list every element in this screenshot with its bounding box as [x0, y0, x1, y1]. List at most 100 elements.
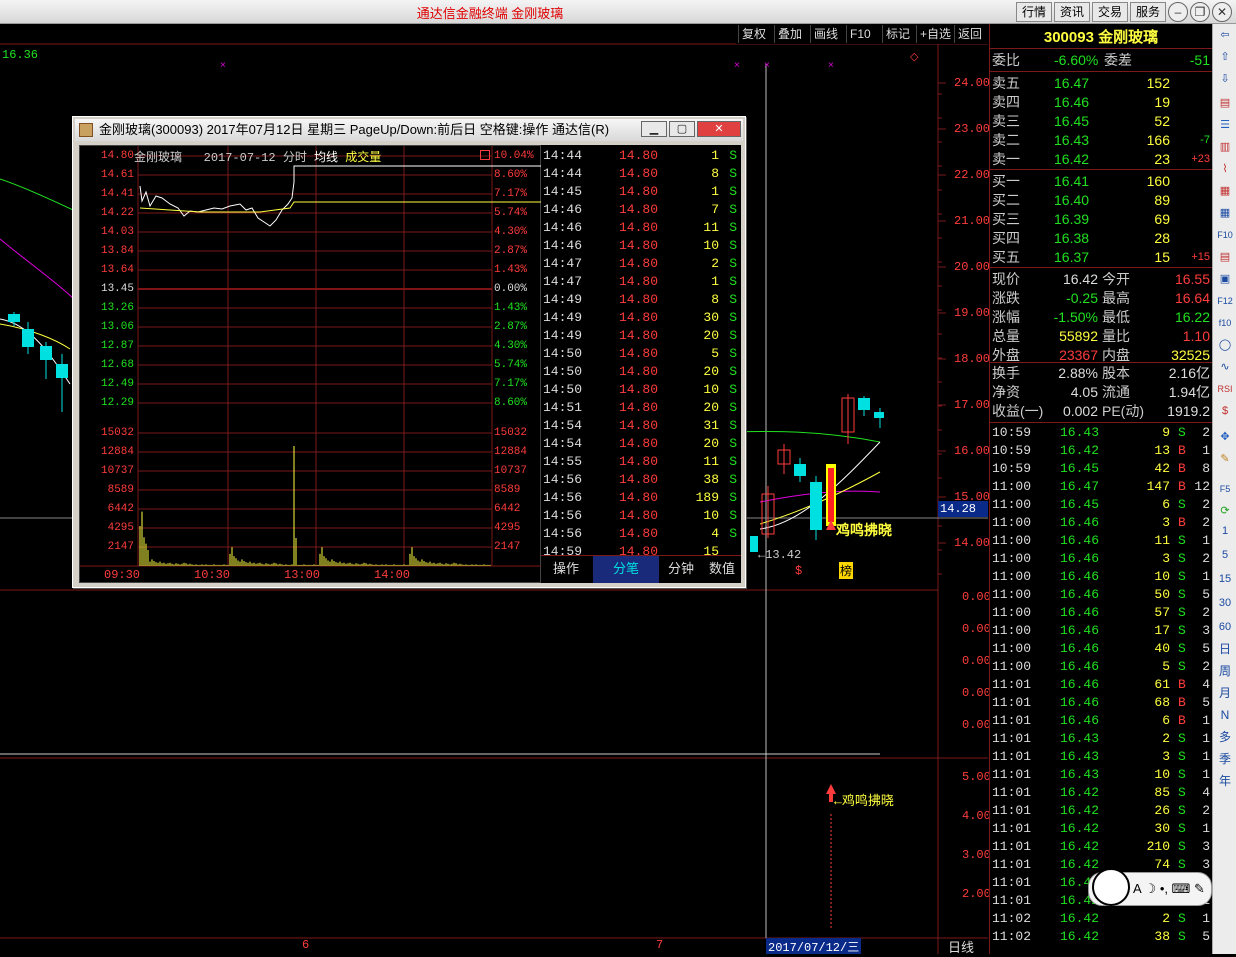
period-button[interactable]: 日	[1215, 640, 1235, 658]
menu-news[interactable]: 资讯	[1054, 2, 1090, 22]
tick-row[interactable]: 11:01 16.46 68 B 5	[990, 694, 1212, 712]
tick-row[interactable]: 11:00 16.47 147 B 12	[990, 478, 1212, 496]
tab-values[interactable]: 数值	[703, 556, 741, 583]
minimize-icon[interactable]: –	[1168, 2, 1188, 22]
btn-mark[interactable]: 标记	[882, 25, 913, 43]
grid-icon[interactable]: ▦	[1215, 204, 1235, 222]
popup-close-icon[interactable]: ✕	[697, 121, 741, 137]
tick-row[interactable]: 11:00 16.46 50 S 5	[990, 586, 1212, 604]
move-icon[interactable]: ✥	[1215, 428, 1235, 446]
trade-row[interactable]: 14:49 14.80 30 S	[541, 309, 741, 327]
btn-draw-line[interactable]: 画线	[810, 25, 841, 43]
circle-icon[interactable]: ◯	[1215, 336, 1235, 354]
arrow-left-icon[interactable]: ⇦	[1215, 26, 1235, 44]
trade-row[interactable]: 14:49 14.80 8 S	[541, 291, 741, 309]
tab-minute[interactable]: 分钟	[661, 556, 701, 583]
trade-row[interactable]: 14:56 14.80 4 S	[541, 525, 741, 543]
tick-row[interactable]: 11:02 16.42 38 S 5	[990, 928, 1212, 946]
popup-maximize-icon[interactable]: ▢	[669, 121, 695, 137]
period-button[interactable]: 月	[1215, 684, 1235, 702]
period-button[interactable]: 多	[1215, 728, 1235, 746]
trade-row[interactable]: 14:55 14.80 11 S	[541, 453, 741, 471]
trade-row[interactable]: 14:50 14.80 10 S	[541, 381, 741, 399]
period-button[interactable]: 年	[1215, 772, 1235, 790]
wave-icon[interactable]: ∿	[1215, 358, 1235, 376]
tick-row[interactable]: 11:01 16.43 10 S 1	[990, 766, 1212, 784]
refresh-icon[interactable]: ⟳	[1215, 502, 1235, 520]
rsi-icon[interactable]: RSI	[1215, 380, 1235, 398]
trade-row[interactable]: 14:50 14.80 20 S	[541, 363, 741, 381]
intraday-popup-window[interactable]: 金刚玻璃(300093) 2017年07月12日 星期三 PageUp/Down…	[72, 116, 746, 588]
tick-row[interactable]: 11:00 16.45 6 S 2	[990, 496, 1212, 514]
popup-title-bar[interactable]: 金刚玻璃(300093) 2017年07月12日 星期三 PageUp/Down…	[75, 119, 743, 141]
tick-row[interactable]: 11:01 16.43 3 S 1	[990, 748, 1212, 766]
trade-row[interactable]: 14:56 14.80 38 S	[541, 471, 741, 489]
f5-icon[interactable]: F5	[1215, 480, 1235, 498]
btn-restore-rights[interactable]: 复权	[738, 25, 769, 43]
period-button[interactable]: 季	[1215, 750, 1235, 768]
trade-row[interactable]: 14:56 14.80 189 S	[541, 489, 741, 507]
period-button[interactable]: N	[1215, 706, 1235, 724]
period-minute-5[interactable]: 5	[1215, 546, 1235, 564]
tick-row[interactable]: 11:01 16.46 61 B 4	[990, 676, 1212, 694]
tick-row[interactable]: 11:00 16.46 3 S 2	[990, 550, 1212, 568]
dollar-icon[interactable]: $	[1215, 402, 1235, 420]
menu-service[interactable]: 服务	[1130, 2, 1166, 22]
f10-alt-icon[interactable]: f10	[1215, 314, 1235, 332]
f12-icon[interactable]: F12	[1215, 292, 1235, 310]
period-minute-1[interactable]: 1	[1215, 522, 1235, 540]
trade-row[interactable]: 14:46 14.80 7 S	[541, 201, 741, 219]
menu-quotes[interactable]: 行情	[1016, 2, 1052, 22]
bar-chart-icon[interactable]: ▥	[1215, 138, 1235, 156]
ime-mascot-icon[interactable]	[1092, 868, 1130, 906]
restore-icon[interactable]: ❐	[1190, 2, 1210, 22]
btn-f10[interactable]: F10	[846, 25, 874, 43]
trade-row[interactable]: 14:51 14.80 20 S	[541, 399, 741, 417]
close-icon[interactable]: ✕	[1212, 2, 1232, 22]
trade-row[interactable]: 14:45 14.80 1 S	[541, 183, 741, 201]
intraday-chart[interactable]: 金刚玻璃 2017-07-12 分时 均线 成交量 14.80 14.61 14.4…	[79, 145, 542, 583]
tick-row[interactable]: 11:00 16.46 10 S 1	[990, 568, 1212, 586]
tick-row[interactable]: 11:01 16.42 30 S 1	[990, 820, 1212, 838]
period-minute-60[interactable]: 60	[1215, 618, 1235, 636]
trade-row[interactable]: 14:44 14.80 1 S	[541, 147, 741, 165]
tick-row[interactable]: 11:00 16.46 40 S 5	[990, 640, 1212, 658]
tab-ticks[interactable]: 分笔	[593, 556, 659, 583]
trade-row[interactable]: 14:47 14.80 1 S	[541, 273, 741, 291]
tick-row[interactable]: 11:02 16.42 2 S 1	[990, 910, 1212, 928]
period-minute-15[interactable]: 15	[1215, 570, 1235, 588]
menu-trade[interactable]: 交易	[1092, 2, 1128, 22]
period-label[interactable]: 日线	[948, 937, 974, 956]
trade-row[interactable]: 14:54 14.80 31 S	[541, 417, 741, 435]
tick-row[interactable]: 11:01 16.46 6 B 1	[990, 712, 1212, 730]
tick-row[interactable]: 11:00 16.46 3 B 2	[990, 514, 1212, 532]
tick-row[interactable]: 10:59 16.45 42 B 8	[990, 460, 1212, 478]
trade-row[interactable]: 14:56 14.80 10 S	[541, 507, 741, 525]
arrow-up-icon[interactable]: ⇧	[1215, 48, 1235, 66]
news-icon[interactable]: ▤	[1215, 248, 1235, 266]
tick-row[interactable]: 11:01 16.42 210 S 3	[990, 838, 1212, 856]
tick-row[interactable]: 11:01 16.42 85 S 4	[990, 784, 1212, 802]
trade-list[interactable]: 14:44 14.80 1 S 14:44 14.80 8 S 14:45 14.80 1 S 14:4…	[541, 145, 741, 559]
btn-add-watchlist[interactable]: +自选	[916, 25, 954, 43]
trade-row[interactable]: 14:54 14.80 20 S	[541, 435, 741, 453]
tick-row[interactable]: 11:00 16.46 11 S 1	[990, 532, 1212, 550]
tab-operate[interactable]: 操作	[541, 556, 591, 583]
list-icon[interactable]: ☰	[1215, 116, 1235, 134]
doc-icon[interactable]: ▣	[1215, 270, 1235, 288]
tick-row[interactable]: 11:00 16.46 17 S 3	[990, 622, 1212, 640]
tick-row[interactable]: 10:59 16.43 9 S 2	[990, 424, 1212, 442]
line-chart-icon[interactable]: ⌇	[1215, 160, 1235, 178]
expand-icon[interactable]	[480, 150, 490, 160]
tick-row[interactable]: 11:01 16.42 26 S 2	[990, 802, 1212, 820]
trade-row[interactable]: 14:50 14.80 5 S	[541, 345, 741, 363]
tick-row[interactable]: 10:59 16.42 13 B 1	[990, 442, 1212, 460]
btn-overlay[interactable]: 叠加	[774, 25, 805, 43]
candle-icon[interactable]: ▦	[1215, 182, 1235, 200]
trade-row[interactable]: 14:44 14.80 8 S	[541, 165, 741, 183]
tick-row[interactable]: 11:00 16.46 5 S 2	[990, 658, 1212, 676]
report-icon[interactable]: ▤	[1215, 94, 1235, 112]
popup-minimize-icon[interactable]: ▁	[641, 121, 667, 137]
tick-row[interactable]: 11:00 16.46 57 S 2	[990, 604, 1212, 622]
tick-row[interactable]: 11:01 16.43 2 S 1	[990, 730, 1212, 748]
